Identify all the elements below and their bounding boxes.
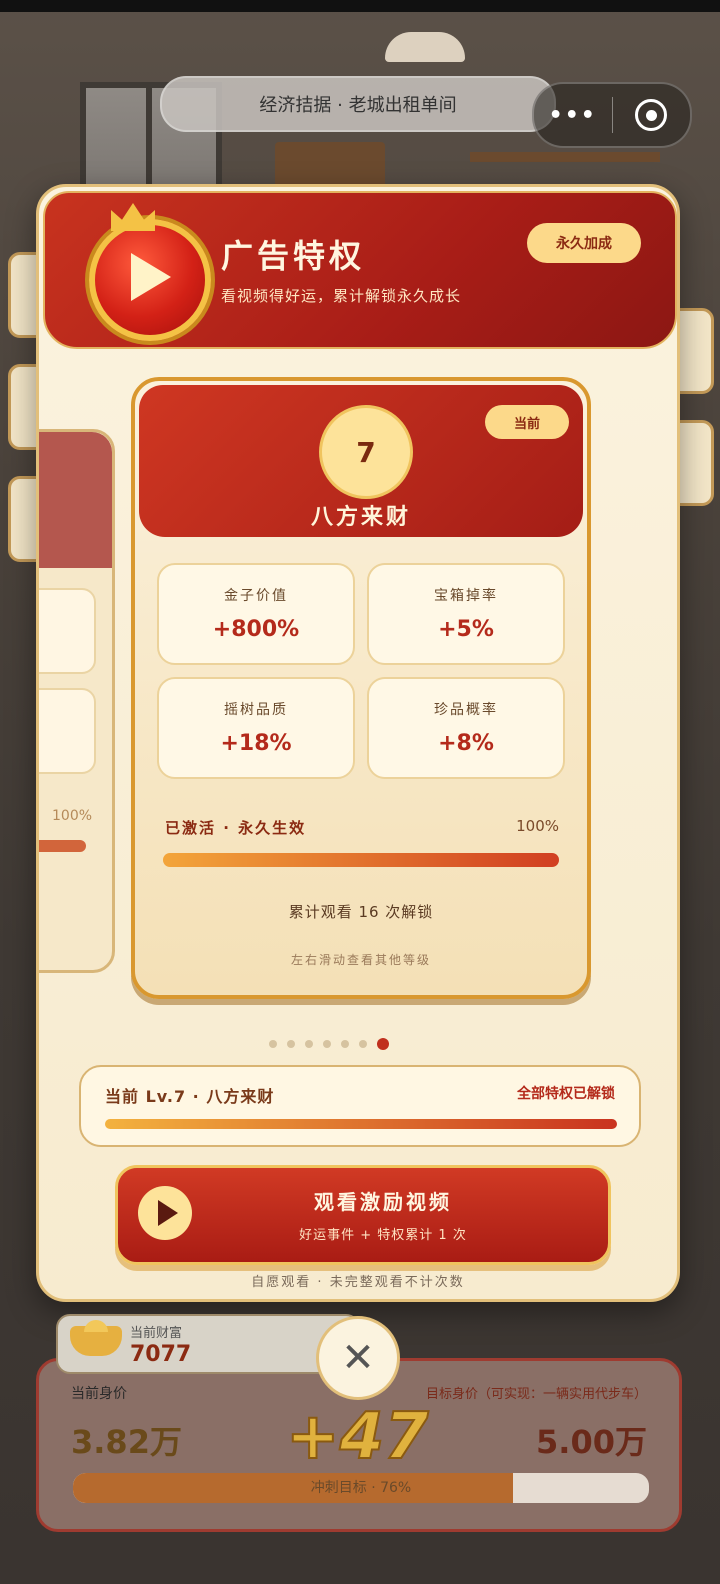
modal-subtitle: 看视频得好运，累计解锁永久成长: [221, 287, 462, 305]
more-button[interactable]: •••: [534, 84, 612, 146]
gold-ingot-icon: [70, 1320, 122, 1356]
wealth-value: 7077: [130, 1342, 192, 1367]
pager-dot[interactable]: [287, 1040, 295, 1048]
pager-dot[interactable]: [305, 1040, 313, 1048]
stat-value: +18%: [220, 731, 292, 756]
play-icon: [131, 253, 171, 301]
modal-header: 广告特权 看视频得好运，累计解锁永久成长 永久加成: [43, 191, 677, 349]
watch-count-text: 累计观看 16 次解锁: [288, 903, 434, 921]
stat-label: 宝箱掉率: [434, 588, 498, 604]
target-worth-value: 5.00万: [536, 1423, 647, 1461]
target-icon: [635, 99, 668, 131]
location-title-pill: 经济拮据 · 老城出租单间: [160, 76, 556, 132]
stat-value: +800%: [212, 617, 300, 642]
modal-title: 广告特权: [221, 237, 366, 275]
pager-dot-active[interactable]: [377, 1038, 389, 1050]
ceiling-lamp: [385, 32, 465, 62]
exit-button[interactable]: [613, 84, 691, 146]
target-worth-label: 目标身价（可实现：一辆实用代步车）: [425, 1387, 647, 1402]
floating-gain-number: +47: [285, 1399, 430, 1475]
stat-value: +5%: [438, 617, 494, 642]
pager-dot[interactable]: [341, 1040, 349, 1048]
more-dots-icon: •••: [548, 102, 597, 128]
current-level-tag: 当前: [485, 405, 569, 439]
peek-card-header: [39, 432, 112, 568]
permanent-bonus-badge: 永久加成: [527, 223, 641, 263]
current-worth-label: 当前身价: [71, 1386, 127, 1402]
current-level-text: 当前 Lv.7 · 八方来财: [105, 1087, 275, 1106]
voluntary-note: 自愿观看 · 未完整观看不计次数: [251, 1275, 465, 1290]
target-progress-bar: 冲刺目标 · 76%: [71, 1471, 651, 1505]
target-progress-label: 冲刺目标 · 76%: [310, 1480, 412, 1496]
stat-chest-drop: 宝箱掉率 +5%: [367, 563, 565, 665]
level-card-current[interactable]: 7 八方来财 当前 金子价值 +800% 宝箱掉率 +5% 摇树品质 +18% …: [131, 377, 591, 999]
stat-value: +8%: [438, 731, 494, 756]
pager-dot[interactable]: [359, 1040, 367, 1048]
ad-privilege-modal: 广告特权 看视频得好运，累计解锁永久成长 永久加成 100% 7 八方来财 当前…: [36, 184, 680, 1302]
level-name: 八方来财: [310, 505, 411, 530]
current-worth-value: 3.82万: [71, 1423, 182, 1461]
previous-level-card[interactable]: 100%: [39, 429, 115, 973]
all-unlocked-text: 全部特权已解锁: [517, 1086, 615, 1102]
level-pager: [269, 1037, 389, 1051]
crown-icon: [111, 203, 155, 231]
status-bar: [0, 0, 720, 12]
watch-video-title: 观看激励视频: [314, 1190, 452, 1214]
location-title: 经济拮据 · 老城出租单间: [259, 95, 457, 116]
watch-video-button[interactable]: 观看激励视频 好运事件 + 特权累计 1 次: [115, 1165, 611, 1265]
wealth-label: 当前财富: [130, 1326, 183, 1341]
pager-dot[interactable]: [269, 1040, 277, 1048]
stat-gold-value: 金子价值 +800%: [157, 563, 355, 665]
activation-percent: 100%: [516, 817, 559, 835]
video-crown-badge-icon: [89, 219, 211, 341]
stat-label: 珍品概率: [434, 702, 498, 718]
stat-label: 金子价值: [224, 588, 288, 604]
watch-video-subtitle: 好运事件 + 特权累计 1 次: [299, 1228, 467, 1243]
miniprogram-capsule: •••: [532, 82, 692, 148]
close-modal-button[interactable]: ✕: [316, 1316, 400, 1400]
stat-rare-chance: 珍品概率 +8%: [367, 677, 565, 779]
pager-dot[interactable]: [323, 1040, 331, 1048]
level-progress-panel: 当前 Lv.7 · 八方来财 全部特权已解锁: [79, 1065, 641, 1147]
stat-label: 摇树品质: [224, 702, 288, 718]
level-number-badge: 7: [319, 405, 413, 499]
wealth-pill: 当前财富 7077: [56, 1314, 360, 1374]
peek-percent: 100%: [52, 808, 93, 824]
peek-stat-box: [39, 688, 96, 774]
close-icon: ✕: [341, 1335, 375, 1381]
room-shelf: [470, 152, 660, 162]
stat-shake-quality: 摇树品质 +18%: [157, 677, 355, 779]
level-card-header: 7 八方来财 当前: [139, 385, 583, 537]
activation-status: 已激活 · 永久生效: [165, 819, 307, 837]
peek-progress-bar: [39, 840, 86, 852]
peek-stat-box: [39, 588, 96, 674]
level-progress-bar: [105, 1119, 617, 1129]
swipe-hint: 左右滑动查看其他等级: [290, 953, 431, 967]
activation-progress-bar: [163, 853, 559, 867]
